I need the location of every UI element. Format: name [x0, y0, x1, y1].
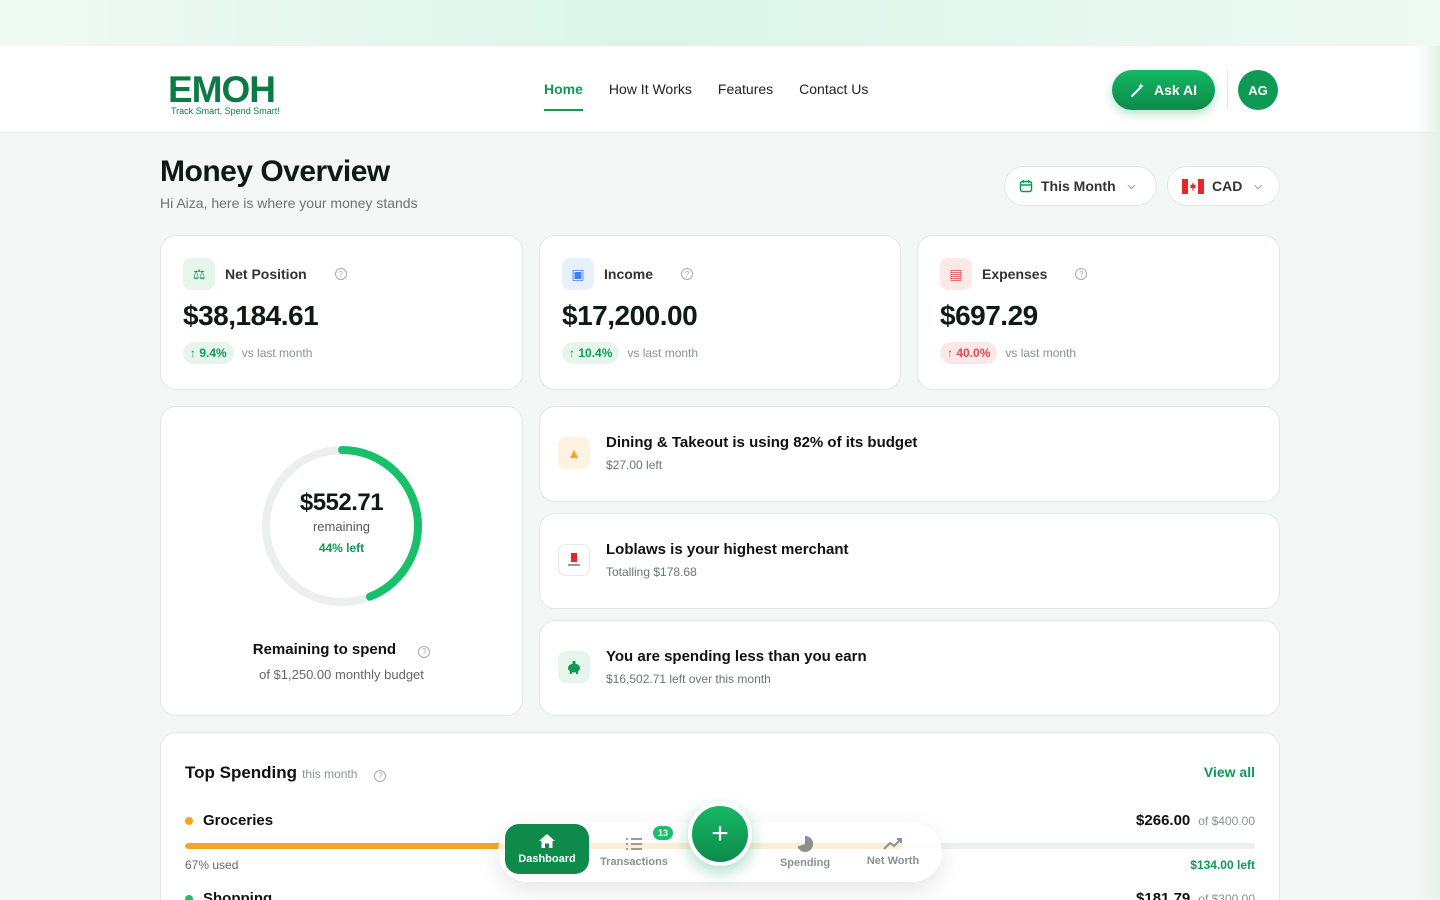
- category-budget: of $300.00: [1198, 892, 1255, 900]
- stat-label: Expenses: [982, 266, 1048, 282]
- top-banner: [0, 0, 1440, 46]
- ask-ai-button[interactable]: Ask AI: [1112, 70, 1215, 110]
- piggy-bank-icon: [558, 651, 590, 683]
- change-badge: ↑ 9.4%: [183, 342, 234, 364]
- insight-title: You are spending less than you earn: [606, 648, 867, 665]
- category-dot: [185, 816, 193, 825]
- budget-remaining-amount: $552.71: [299, 489, 384, 516]
- calendar-icon: [1019, 180, 1033, 193]
- insight-savings[interactable]: You are spending less than you earn $16,…: [539, 620, 1280, 716]
- help-icon[interactable]: ?: [418, 645, 431, 658]
- insight-description: $27.00 left: [606, 458, 663, 472]
- receipt-icon: ▤: [940, 258, 972, 290]
- category-amount: $266.00: [1136, 812, 1191, 829]
- canada-flag-icon: [1182, 178, 1204, 194]
- brand-tagline: Track Smart, Spend Smart!: [171, 106, 280, 116]
- page-subtitle: Hi Aiza, here is where your money stands: [160, 195, 418, 211]
- insight-title: Loblaws is your highest merchant: [606, 541, 849, 558]
- home-icon: [539, 834, 555, 848]
- stat-label: Net Position: [225, 266, 307, 282]
- list-icon: [626, 838, 642, 850]
- change-badge: ↑ 10.4%: [562, 342, 620, 364]
- budget-subtitle: of $1,250.00 monthly budget: [259, 667, 424, 682]
- stat-value: $38,184.61: [183, 300, 319, 331]
- period-value: This Month: [1041, 178, 1116, 194]
- transactions-count-badge: 13: [652, 826, 673, 840]
- help-icon[interactable]: ?: [374, 769, 387, 782]
- header-divider: [1227, 70, 1228, 110]
- top-spending-title: Top Spending this month ?: [185, 763, 387, 783]
- stat-label: Income: [604, 266, 654, 282]
- warning-icon: ▲: [558, 437, 590, 469]
- view-all-link[interactable]: View all: [1204, 764, 1255, 780]
- nav-home[interactable]: Home: [544, 46, 583, 133]
- expenses-card[interactable]: ▤ Expenses ? $697.29 ↑ 40.0% vs last mon…: [917, 235, 1280, 390]
- budget-remaining-label: remaining: [312, 519, 371, 534]
- nav-how-it-works[interactable]: How It Works: [609, 46, 692, 133]
- magic-wand-icon: [1130, 83, 1144, 97]
- top-spending-qualifier: this month: [302, 767, 358, 781]
- page-title: Money Overview: [160, 155, 390, 188]
- nav-features[interactable]: Features: [718, 46, 773, 133]
- pie-chart-icon: [797, 835, 814, 852]
- comparison-label: vs last month: [241, 346, 313, 360]
- category-name: Shopping: [203, 890, 273, 900]
- income-card[interactable]: ▣ Income ? $17,200.00 ↑ 10.4% vs last mo…: [539, 235, 901, 390]
- period-select[interactable]: This Month ⌵: [1004, 166, 1157, 206]
- budget-title: Remaining to spend ?: [161, 641, 522, 658]
- bottom-nav-net-worth[interactable]: Net Worth: [852, 822, 934, 882]
- change-badge: ↑ 40.0%: [940, 342, 998, 364]
- insight-description: Totalling $178.68: [606, 565, 697, 579]
- bottom-nav-transactions[interactable]: Transactions 13: [590, 822, 678, 882]
- ask-ai-label: Ask AI: [1153, 82, 1198, 98]
- stat-value: $17,200.00: [562, 300, 698, 331]
- category-used: 67% used: [185, 858, 239, 872]
- add-transaction-button[interactable]: +: [688, 802, 752, 866]
- scale-icon: ⚖: [183, 258, 215, 290]
- currency-value: CAD: [1212, 178, 1243, 194]
- help-icon[interactable]: ?: [334, 268, 347, 280]
- currency-select[interactable]: CAD ⌵: [1167, 166, 1280, 206]
- chevron-down-icon: ⌵: [1254, 180, 1262, 192]
- category-budget: of $400.00: [1198, 814, 1255, 828]
- help-icon[interactable]: ?: [681, 268, 694, 280]
- right-edge-shade: [1416, 46, 1440, 900]
- stat-value: $697.29: [940, 300, 1038, 331]
- category-left: $134.00 left: [1190, 858, 1255, 872]
- category-dot: [185, 894, 193, 900]
- bottom-nav-spending[interactable]: Spending: [764, 822, 846, 882]
- insight-title: Dining & Takeout is using 82% of its bud…: [606, 434, 918, 451]
- trend-up-icon: [883, 838, 902, 850]
- category-amount: $181.79: [1136, 890, 1191, 900]
- category-name: Groceries: [203, 812, 274, 829]
- bottom-nav-dashboard[interactable]: Dashboard: [505, 824, 589, 874]
- insight-description: $16,502.71 left over this month: [606, 672, 771, 686]
- brand-logo[interactable]: EMOH Track Smart, Spend Smart!: [168, 68, 286, 118]
- chevron-down-icon: ⌵: [1127, 180, 1136, 192]
- plus-icon: +: [711, 817, 729, 850]
- user-avatar[interactable]: AG: [1238, 70, 1278, 110]
- header: EMOH Track Smart, Spend Smart! Home How …: [0, 46, 1440, 133]
- help-icon[interactable]: ?: [1075, 268, 1088, 280]
- budget-card[interactable]: $552.71 remaining 44% left Remaining to …: [160, 406, 523, 716]
- main-nav: Home How It Works Features Contact Us: [544, 46, 868, 133]
- comparison-label: vs last month: [627, 346, 699, 360]
- insight-budget-warning[interactable]: ▲ Dining & Takeout is using 82% of its b…: [539, 406, 1280, 502]
- merchant-logo: [558, 544, 590, 576]
- nav-contact-us[interactable]: Contact Us: [799, 46, 868, 133]
- insight-top-merchant[interactable]: Loblaws is your highest merchant Totalli…: [539, 513, 1280, 609]
- cash-icon: ▣: [562, 258, 594, 290]
- comparison-label: vs last month: [1005, 346, 1077, 360]
- net-position-card[interactable]: ⚖ Net Position ? $38,184.61 ↑ 9.4% vs la…: [160, 235, 523, 390]
- budget-percent-left: 44% left: [318, 541, 365, 555]
